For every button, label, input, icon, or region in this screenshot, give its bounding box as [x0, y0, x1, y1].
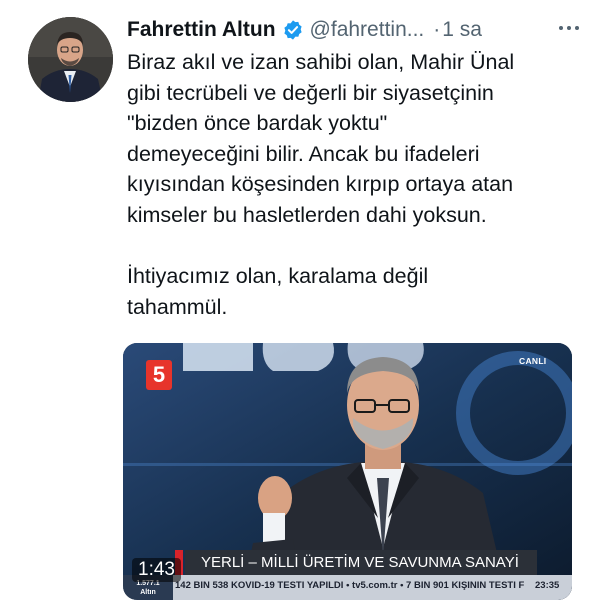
lower-third-banner: YERLİ – MİLLİ ÜRETİM VE SAVUNMA SANAYİ	[185, 550, 537, 575]
tweet-text: Biraz akıl ve izan sahibi olan, Mahir Ün…	[127, 47, 582, 322]
more-horizontal-icon[interactable]	[555, 18, 583, 38]
author-name[interactable]: Fahrettin Altun	[127, 18, 276, 42]
separator-dot: ·	[433, 18, 441, 41]
avatar-image	[28, 17, 113, 102]
tweet-text-line: İhtiyacımız olan, karalama değil	[127, 264, 429, 289]
tweet-header: Fahrettin Altun @fahrettin... · 1 sa	[127, 14, 482, 46]
verified-badge-icon	[282, 19, 304, 41]
tweet-text-line: kıyısından köşesinden kırpıp ortaya atan	[127, 172, 514, 197]
video-media[interactable]: 5 CANLI YERLİ – MİLLİ ÜRETİM VE SAVUNMA …	[123, 343, 572, 600]
author-handle[interactable]: @fahrettin...	[310, 18, 425, 42]
avatar[interactable]	[28, 17, 113, 102]
ticker-time: 23:35	[535, 580, 560, 591]
tweet-text-line: Biraz akıl ve izan sahibi olan, Mahir Ün…	[127, 50, 515, 74]
tweet-text-line: demeyeceğini bilir. Ancak bu ifadeleri	[127, 141, 480, 166]
tweet-text-line: tahammül.	[127, 294, 228, 319]
ticker-text: 142 BIN 538 KOVID-19 TESTI YAPILDI • tv5…	[175, 580, 525, 591]
tweet-text-line: gibi tecrübeli ve değerli bir siyasetçin…	[127, 80, 494, 105]
video-duration: 1:43	[132, 558, 181, 582]
channel-logo: 5	[146, 360, 172, 390]
live-label: CANLI	[519, 356, 547, 366]
tweet-text-line: "bizden önce bardak yoktu"	[127, 111, 388, 136]
tweet[interactable]: Fahrettin Altun @fahrettin... · 1 sa Bir…	[0, 0, 600, 602]
tweet-text-line: kimseler bu hasletlerden dahi yoksun.	[127, 202, 487, 227]
tweet-timestamp[interactable]: 1 sa	[442, 18, 482, 42]
ticker-brand-label: Altın	[140, 588, 156, 596]
